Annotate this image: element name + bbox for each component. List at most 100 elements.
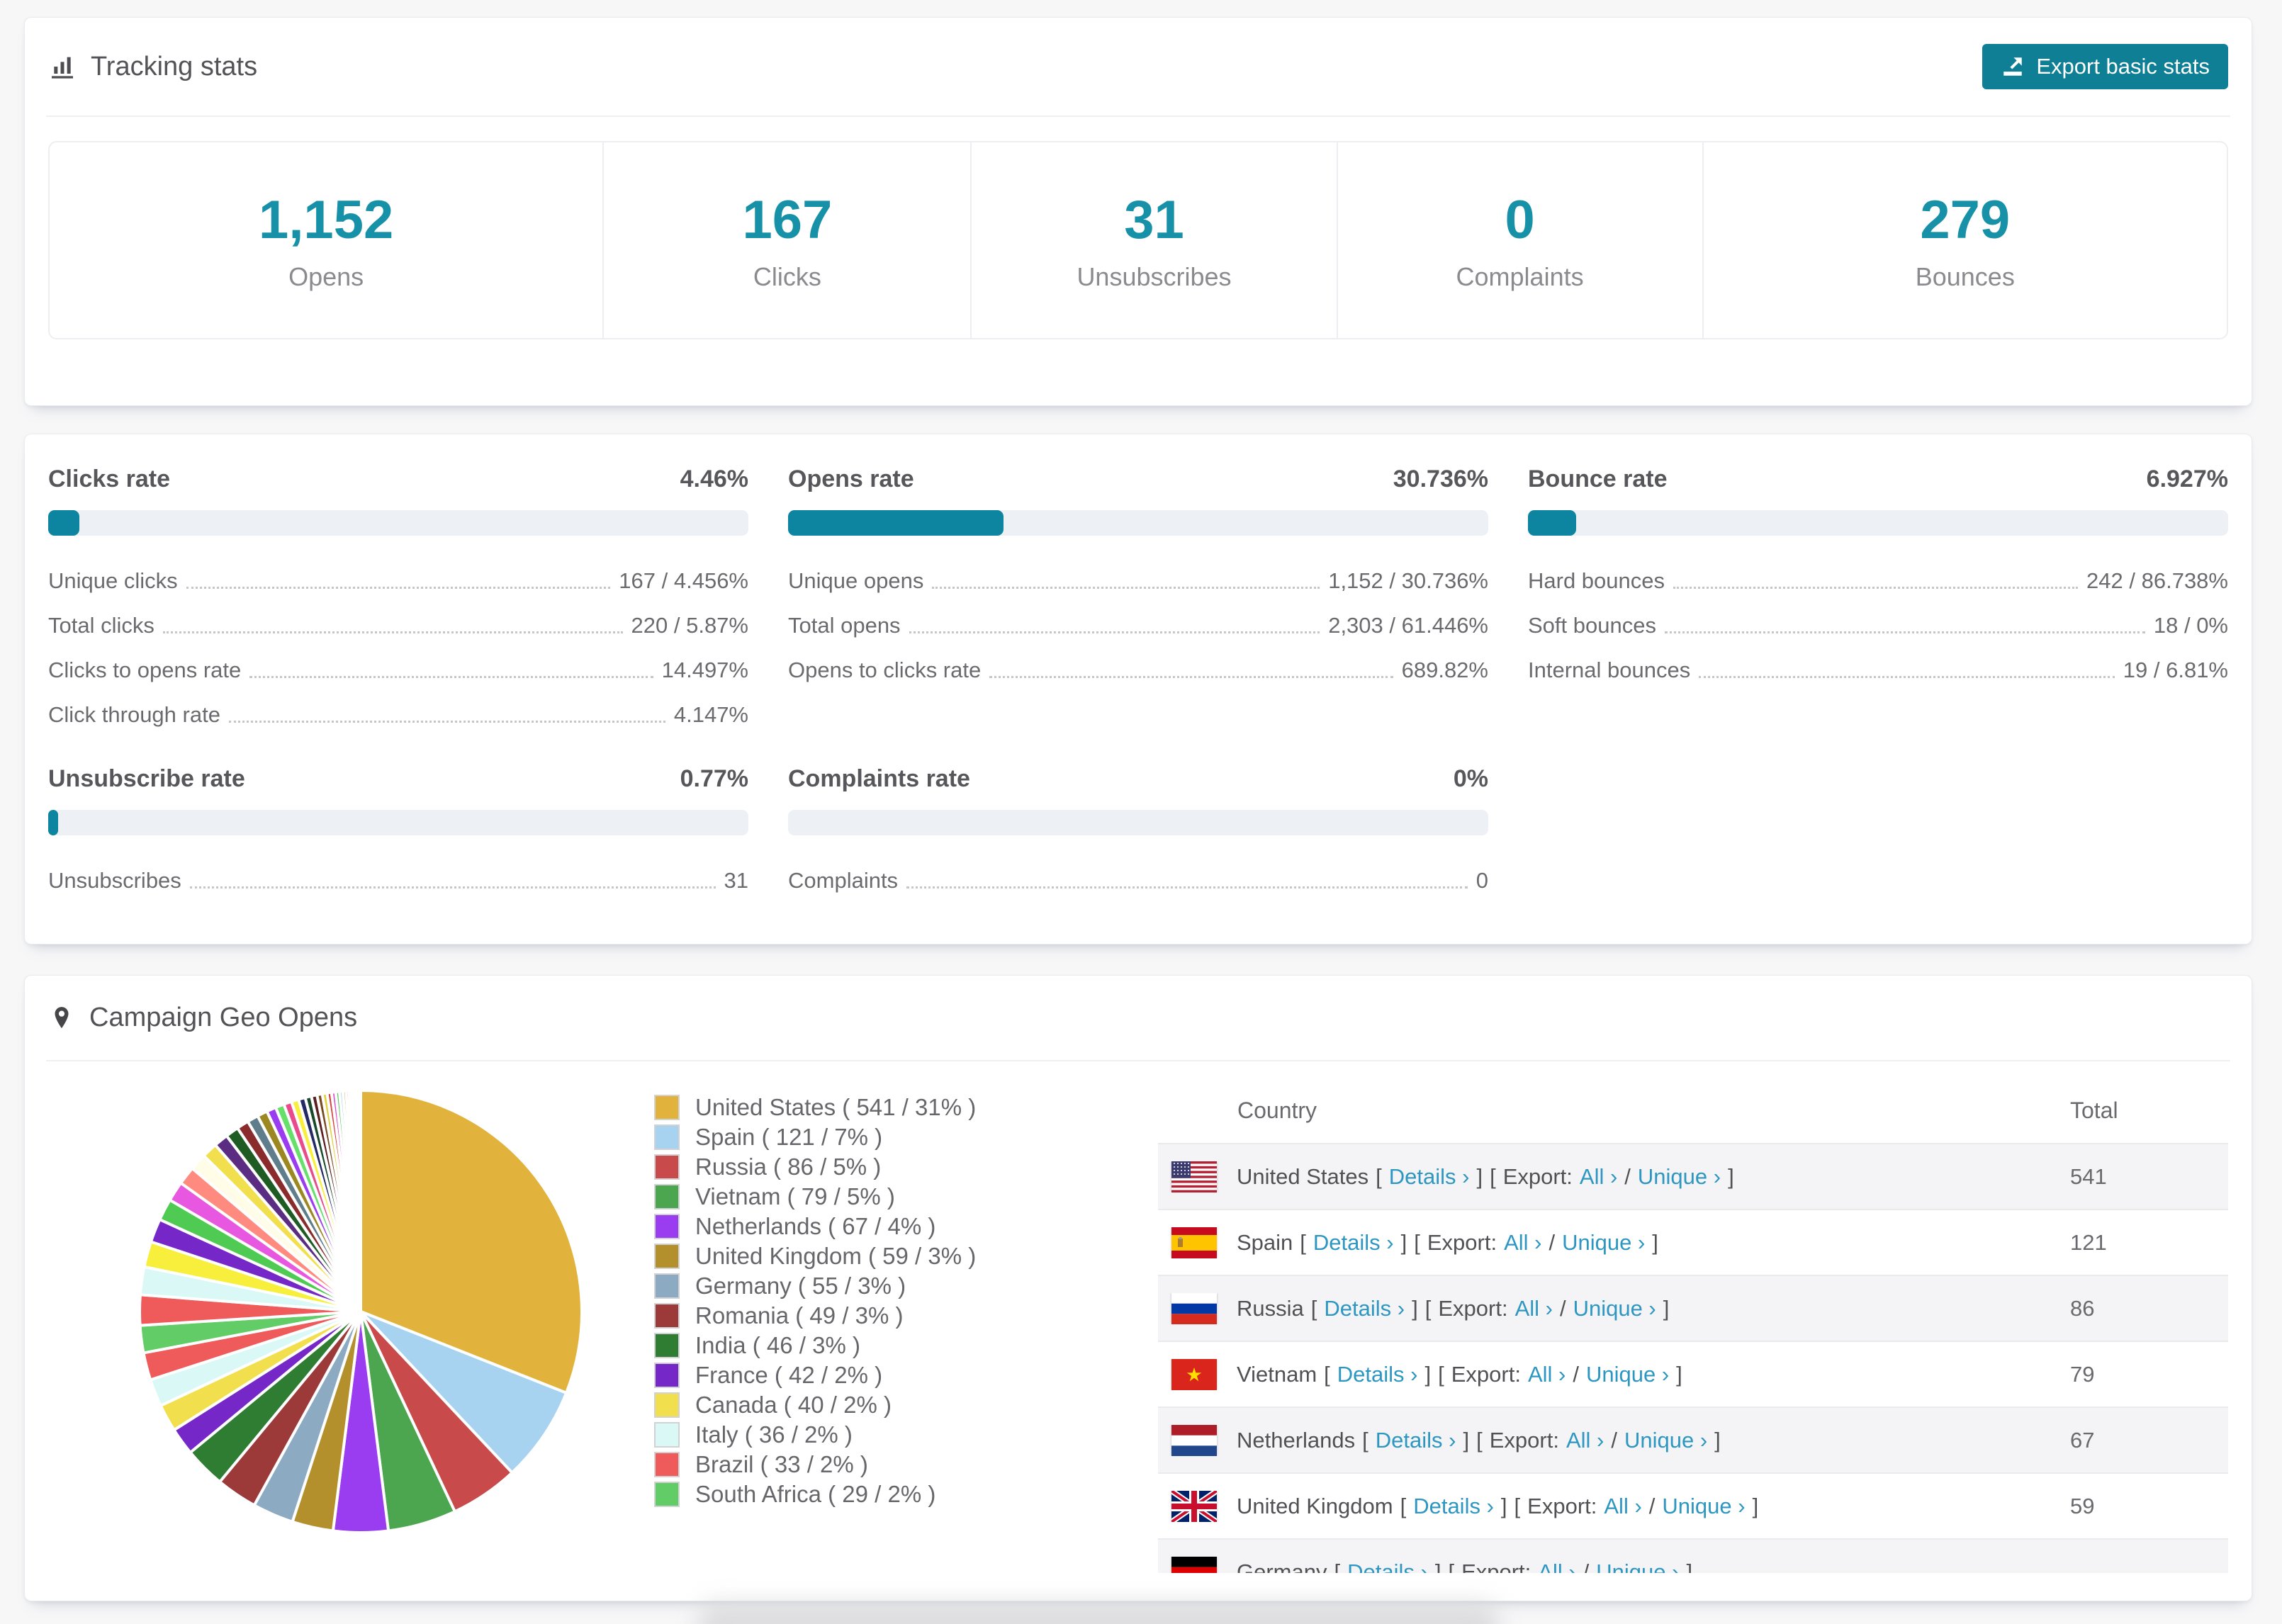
legend-swatch (654, 1452, 680, 1477)
legend-label: France ( 42 / 2% ) (695, 1362, 883, 1388)
map-marker-icon (48, 1003, 75, 1034)
pie-slice[interactable] (357, 1088, 362, 1313)
details-link[interactable]: Details › (1324, 1296, 1405, 1321)
export-unique-link[interactable]: Unique › (1638, 1164, 1721, 1190)
export-all-link[interactable]: All › (1528, 1362, 1566, 1387)
geo-header: Campaign Geo Opens (25, 976, 2252, 1060)
export-unique-link[interactable]: Unique › (1586, 1362, 1669, 1387)
legend-swatch (654, 1214, 680, 1239)
country-total: 59 (2070, 1493, 2095, 1518)
tracking-stats-card: Tracking stats Export basic stats 1,152 … (24, 17, 2252, 406)
legend-label: Italy ( 36 / 2% ) (695, 1421, 853, 1448)
summary-stat-cell: 1,152 Opens (50, 142, 602, 338)
rate-row: Hard bounces 242 / 86.738% (1528, 558, 2228, 603)
chart-bar-icon (48, 52, 77, 81)
details-link[interactable]: Details › (1413, 1494, 1494, 1519)
country-flag-icon (1171, 1292, 1217, 1324)
legend-item: Spain ( 121 / 7% ) (654, 1122, 976, 1152)
export-unique-link[interactable]: Unique › (1662, 1494, 1745, 1519)
stat-label: Clicks (753, 261, 821, 291)
export-unique-link[interactable]: Unique › (1624, 1428, 1707, 1453)
details-link[interactable]: Details › (1313, 1230, 1394, 1256)
country-total: 67 (2070, 1427, 2095, 1453)
country-name: United Kingdom (1237, 1493, 1393, 1518)
rate-progress-track (788, 810, 1488, 835)
export-unique-link[interactable]: Unique › (1562, 1230, 1645, 1256)
export-label: Export: (1502, 1163, 1573, 1189)
legend-label: Russia ( 86 / 5% ) (695, 1154, 882, 1180)
rate-row-value: 167 / 4.456% (619, 568, 748, 593)
legend-swatch (654, 1154, 680, 1180)
rate-rows: Unsubscribes 31 (48, 858, 748, 903)
bottom-scroll-indicator[interactable] (698, 1603, 1499, 1624)
legend-swatch (654, 1184, 680, 1209)
legend-item: Romania ( 49 / 3% ) (654, 1301, 976, 1331)
details-link[interactable]: Details › (1376, 1428, 1456, 1453)
export-all-link[interactable]: All › (1566, 1428, 1604, 1453)
legend-item: Canada ( 40 / 2% ) (654, 1390, 976, 1420)
rate-row: Clicks to opens rate 14.497% (48, 648, 748, 692)
country-flag-icon (1171, 1358, 1217, 1390)
export-label: Export: (1427, 1229, 1497, 1255)
export-all-link[interactable]: All › (1604, 1494, 1641, 1519)
country-name: United States (1237, 1163, 1369, 1189)
legend-label: India ( 46 / 3% ) (695, 1332, 860, 1358)
geo-title: Campaign Geo Opens (89, 1003, 358, 1032)
summary-stat-cell: 31 Unsubscribes (970, 142, 1336, 338)
dotted-leader (249, 676, 653, 678)
legend-item: United Kingdom ( 59 / 3% ) (654, 1241, 976, 1271)
page-title: Tracking stats (91, 51, 258, 81)
header-divider (46, 115, 2230, 117)
rate-row-label: Hard bounces (1528, 568, 1665, 593)
column-header-total: Total (2070, 1097, 2118, 1123)
details-link[interactable]: Details › (1337, 1362, 1418, 1387)
export-unique-link[interactable]: Unique › (1573, 1296, 1656, 1321)
export-all-link[interactable]: All › (1538, 1560, 1575, 1574)
rate-row: Opens to clicks rate 689.82% (788, 648, 1488, 692)
export-label: Export: (1461, 1559, 1531, 1574)
rate-row-label: Unique opens (788, 568, 924, 593)
legend-label: Brazil ( 33 / 2% ) (695, 1451, 868, 1477)
export-all-link[interactable]: All › (1515, 1296, 1553, 1321)
export-all-link[interactable]: All › (1504, 1230, 1541, 1256)
tracking-stats-page: Tracking stats Export basic stats 1,152 … (0, 0, 2282, 1624)
legend-label: Spain ( 121 / 7% ) (695, 1124, 883, 1150)
rate-row-label: Soft bounces (1528, 613, 1656, 638)
rate-row: Unsubscribes 31 (48, 858, 748, 903)
country-flag-icon (1171, 1556, 1217, 1573)
country-total: 86 (2070, 1295, 2095, 1321)
rate-row-label: Opens to clicks rate (788, 658, 982, 682)
rate-row-value: 31 (724, 868, 748, 893)
dotted-leader (909, 631, 1320, 633)
tracking-stats-header: Tracking stats Export basic stats (25, 18, 2252, 115)
stat-label: Unsubscribes (1077, 261, 1232, 291)
rate-row-value: 2,303 / 61.446% (1328, 613, 1488, 638)
export-basic-stats-button[interactable]: Export basic stats (1982, 44, 2228, 89)
country-total: 541 (2070, 1163, 2107, 1189)
rate-row: Internal bounces 19 / 6.81% (1528, 648, 2228, 692)
geo-opens-card: Campaign Geo Opens United States ( 541 /… (24, 975, 2252, 1601)
geo-table: Country Total United States [Details ›] … (1158, 1078, 2228, 1573)
legend-swatch (654, 1363, 680, 1388)
geo-table-header: Country Total (1158, 1078, 2228, 1143)
column-header-country: Country (1237, 1097, 1317, 1123)
rate-percent: 0.77% (680, 765, 748, 792)
legend-swatch (654, 1392, 680, 1418)
geo-pie-chart[interactable] (137, 1088, 585, 1535)
rate-progress-track (48, 510, 748, 536)
legend-label: Canada ( 40 / 2% ) (695, 1392, 892, 1418)
legend-label: United States ( 541 / 31% ) (695, 1094, 977, 1120)
details-link[interactable]: Details › (1347, 1560, 1428, 1574)
rate-progress-fill (48, 510, 80, 536)
legend-swatch (654, 1124, 680, 1150)
rate-row-value: 220 / 5.87% (631, 613, 748, 638)
export-unique-link[interactable]: Unique › (1596, 1560, 1679, 1574)
details-link[interactable]: Details › (1389, 1164, 1470, 1190)
rate-row: Unique opens 1,152 / 30.736% (788, 558, 1488, 603)
geo-body: United States ( 541 / 31% ) Spain ( 121 … (25, 1061, 2252, 1586)
rate-row-value: 1,152 / 30.736% (1328, 568, 1488, 593)
legend-item: India ( 46 / 3% ) (654, 1331, 976, 1360)
stat-value: 279 (1920, 189, 2011, 250)
export-all-link[interactable]: All › (1580, 1164, 1617, 1190)
rate-progress-track (48, 810, 748, 835)
